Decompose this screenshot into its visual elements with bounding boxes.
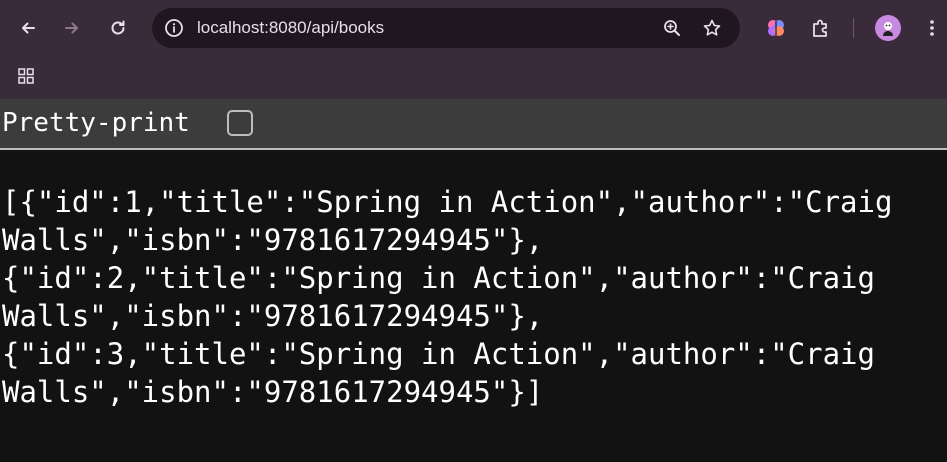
arrow-left-icon bbox=[22, 22, 35, 34]
arrow-right-icon bbox=[65, 22, 78, 34]
zoom-button[interactable] bbox=[660, 16, 684, 40]
extensions-button[interactable] bbox=[805, 12, 837, 44]
json-line: {"id":3,"title":"Spring in Action","auth… bbox=[2, 337, 875, 371]
address-bar[interactable]: localhost:8080/api/books bbox=[152, 8, 740, 48]
profile-avatar[interactable] bbox=[875, 15, 901, 41]
reload-button[interactable] bbox=[102, 12, 134, 44]
site-info-button[interactable] bbox=[162, 16, 186, 40]
json-line: Walls","isbn":"9781617294945"}, bbox=[2, 299, 544, 333]
bookmark-button[interactable] bbox=[700, 16, 724, 40]
zoom-in-icon bbox=[664, 20, 680, 36]
browser-toolbar: localhost:8080/api/books bbox=[0, 0, 947, 56]
bookmarks-bar bbox=[0, 56, 947, 99]
json-line: Walls","isbn":"9781617294945"}] bbox=[2, 375, 544, 409]
back-button[interactable] bbox=[12, 12, 44, 44]
apps-button[interactable] bbox=[14, 64, 38, 88]
json-content: [{"id":1,"title":"Spring in Action","aut… bbox=[2, 183, 946, 411]
pretty-print-label: Pretty-print bbox=[2, 108, 190, 138]
puzzle-icon bbox=[813, 19, 827, 37]
extension-button[interactable] bbox=[760, 12, 792, 44]
json-line: Walls","isbn":"9781617294945"}, bbox=[2, 223, 544, 257]
pretty-print-checkbox[interactable] bbox=[227, 110, 253, 136]
url-text[interactable]: localhost:8080/api/books bbox=[197, 18, 384, 38]
info-icon bbox=[165, 19, 183, 37]
avatar-icon bbox=[883, 22, 893, 36]
pretty-print-bar: Pretty-print bbox=[0, 99, 947, 150]
reload-icon bbox=[111, 20, 125, 35]
toolbar-divider bbox=[853, 18, 854, 38]
kebab-menu-icon bbox=[930, 20, 934, 36]
apps-grid-icon bbox=[18, 68, 34, 84]
forward-button[interactable] bbox=[56, 12, 88, 44]
star-icon bbox=[703, 19, 721, 36]
json-line: {"id":2,"title":"Spring in Action","auth… bbox=[2, 261, 875, 295]
brain-icon bbox=[768, 20, 784, 36]
browser-menu-button[interactable] bbox=[916, 12, 947, 44]
json-line: [{"id":1,"title":"Spring in Action","aut… bbox=[2, 185, 893, 219]
